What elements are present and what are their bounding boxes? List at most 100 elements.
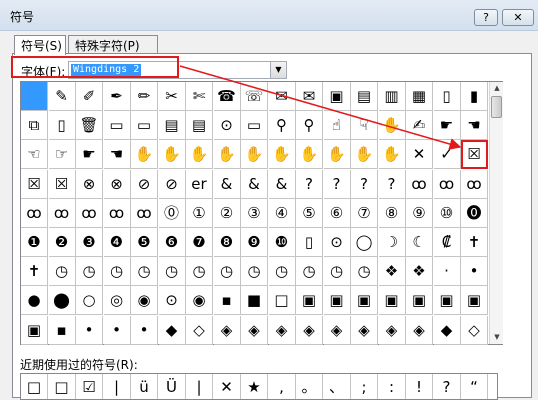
symbol-cell[interactable]: ❖ bbox=[378, 257, 406, 287]
symbol-cell[interactable]: ⑩ bbox=[433, 198, 461, 228]
symbol-cell[interactable]: ❽ bbox=[213, 228, 241, 257]
symbol-cell[interactable]: ❖ bbox=[406, 257, 433, 287]
symbol-cell[interactable]: ✂ bbox=[158, 82, 186, 111]
symbol-cell[interactable]: ✉ bbox=[296, 82, 323, 111]
symbol-cell[interactable]: ✉ bbox=[268, 82, 296, 111]
recent-symbol-cell[interactable]: ? bbox=[434, 374, 461, 399]
symbol-cell[interactable]: ◷ bbox=[131, 257, 158, 287]
symbol-cell[interactable]: ⓪ bbox=[158, 198, 186, 228]
symbol-cell[interactable]: ▤ bbox=[186, 111, 213, 141]
tab-symbols[interactable]: 符号(S) bbox=[14, 35, 66, 55]
symbol-cell[interactable]: ◷ bbox=[323, 257, 351, 287]
symbol-cell[interactable]: ✋ bbox=[323, 140, 351, 170]
symbol-cell[interactable]: ▭ bbox=[241, 111, 268, 141]
symbol-cell[interactable]: ✋ bbox=[131, 140, 158, 170]
symbol-cell[interactable]: ▭ bbox=[131, 111, 158, 141]
symbol-cell[interactable]: • bbox=[103, 315, 131, 345]
symbol-cell[interactable]: ☚ bbox=[461, 111, 488, 141]
symbol-cell[interactable]: ✏ bbox=[131, 82, 158, 111]
symbol-cell[interactable]: ◆ bbox=[158, 315, 186, 345]
symbol-cell[interactable]: ◷ bbox=[213, 257, 241, 287]
symbol-cell[interactable]: ☽ bbox=[378, 228, 406, 257]
symbol-cell[interactable]: er bbox=[186, 169, 213, 199]
symbol-cell[interactable]: ❹ bbox=[103, 228, 131, 257]
symbol-cell[interactable]: ⊘ bbox=[158, 169, 186, 199]
symbol-cell[interactable]: ▪ bbox=[213, 286, 241, 316]
symbol-cell[interactable]: ◷ bbox=[351, 257, 378, 287]
symbol-cell[interactable]: ☜ bbox=[21, 140, 48, 170]
symbol-cell[interactable]: • bbox=[131, 315, 158, 345]
symbol-cell[interactable]: ? bbox=[323, 169, 351, 199]
symbol-cell[interactable]: ○ bbox=[76, 286, 103, 316]
recent-symbol-cell[interactable]: ü bbox=[131, 374, 158, 399]
scroll-up-icon[interactable]: ▲ bbox=[490, 82, 504, 95]
recent-symbol-cell[interactable]: 。 bbox=[296, 374, 323, 399]
symbol-cell[interactable]: ✋ bbox=[378, 111, 406, 141]
symbol-cell[interactable]: ⊙ bbox=[158, 286, 186, 316]
symbol-cell[interactable]: ₡ bbox=[433, 228, 461, 257]
symbol-cell[interactable] bbox=[21, 82, 48, 111]
symbol-cell[interactable]: ☛ bbox=[433, 111, 461, 141]
symbol-cell[interactable]: ꝏ bbox=[21, 198, 48, 228]
symbol-cell[interactable]: ✝ bbox=[461, 228, 488, 257]
symbol-cell[interactable]: ◎ bbox=[103, 286, 131, 316]
symbol-cell[interactable]: ✍ bbox=[406, 111, 433, 141]
recent-symbol-cell[interactable]: , bbox=[269, 374, 296, 399]
symbol-cell[interactable]: & bbox=[241, 169, 268, 199]
symbol-cell[interactable]: • bbox=[76, 315, 103, 345]
symbol-cell[interactable]: ✋ bbox=[158, 140, 186, 170]
symbol-cell[interactable]: ⊗ bbox=[76, 169, 103, 199]
symbol-cell[interactable]: ☾ bbox=[406, 228, 433, 257]
symbol-cell[interactable]: ◇ bbox=[186, 315, 213, 345]
symbol-cell[interactable]: ✐ bbox=[76, 82, 103, 111]
symbol-cell[interactable]: ▣ bbox=[296, 286, 323, 316]
symbol-cell[interactable]: ☛ bbox=[76, 140, 103, 170]
symbol-cell[interactable]: ◈ bbox=[323, 315, 351, 345]
symbol-cell[interactable]: ✋ bbox=[296, 140, 323, 170]
close-button[interactable]: ✕ bbox=[502, 9, 534, 26]
symbol-cell[interactable]: ◈ bbox=[268, 315, 296, 345]
symbol-cell[interactable]: ✋ bbox=[186, 140, 213, 170]
symbol-cell[interactable]: & bbox=[268, 169, 296, 199]
symbol-cell[interactable]: ▣ bbox=[351, 286, 378, 316]
symbol-cell[interactable]: ◈ bbox=[406, 315, 433, 345]
grid-scrollbar[interactable]: ▲ ▼ bbox=[489, 82, 503, 344]
symbol-cell[interactable]: ✋ bbox=[213, 140, 241, 170]
symbol-cell[interactable]: ◈ bbox=[378, 315, 406, 345]
symbol-cell[interactable]: ▥ bbox=[378, 82, 406, 111]
symbol-cell[interactable]: ❻ bbox=[158, 228, 186, 257]
symbol-cell[interactable]: ◷ bbox=[103, 257, 131, 287]
help-button[interactable]: ? bbox=[474, 9, 498, 26]
symbol-cell[interactable]: ❺ bbox=[131, 228, 158, 257]
symbol-cell[interactable]: ✋ bbox=[351, 140, 378, 170]
tab-special-characters[interactable]: 特殊字符(P) bbox=[68, 35, 158, 54]
symbol-cell[interactable]: ◷ bbox=[241, 257, 268, 287]
symbol-cell[interactable]: ⚲ bbox=[268, 111, 296, 141]
symbol-cell[interactable]: ꝏ bbox=[48, 198, 76, 228]
symbol-cell[interactable]: ꝏ bbox=[461, 169, 488, 199]
symbol-cell[interactable]: ☝ bbox=[323, 111, 351, 141]
symbol-cell[interactable]: ✒ bbox=[103, 82, 131, 111]
symbol-cell[interactable]: ❶ bbox=[21, 228, 48, 257]
symbol-cell[interactable]: ✋ bbox=[378, 140, 406, 170]
symbol-cell[interactable]: ꝏ bbox=[76, 198, 103, 228]
symbol-cell[interactable]: ⚲ bbox=[296, 111, 323, 141]
symbol-cell[interactable]: ⓿ bbox=[461, 198, 488, 228]
symbol-cell[interactable]: ◆ bbox=[433, 315, 461, 345]
symbol-cell[interactable]: ☒ bbox=[48, 169, 76, 199]
symbol-cell[interactable]: ◈ bbox=[296, 315, 323, 345]
symbol-cell[interactable]: ▮ bbox=[461, 82, 488, 111]
recent-symbol-cell[interactable]: | bbox=[186, 374, 213, 399]
recent-symbol-cell[interactable]: ✕ bbox=[214, 374, 241, 399]
symbol-cell[interactable]: ▪ bbox=[48, 315, 76, 345]
symbol-cell[interactable]: ▯ bbox=[296, 228, 323, 257]
symbol-cell[interactable]: ⊘ bbox=[131, 169, 158, 199]
symbol-cell[interactable]: ▣ bbox=[378, 286, 406, 316]
symbol-cell[interactable]: ◷ bbox=[158, 257, 186, 287]
symbol-cell[interactable]: • bbox=[461, 257, 488, 287]
symbol-cell[interactable]: ꝏ bbox=[433, 169, 461, 199]
symbol-cell[interactable]: ⊙ bbox=[323, 228, 351, 257]
symbol-cell[interactable]: ꝏ bbox=[131, 198, 158, 228]
symbol-cell[interactable]: ? bbox=[378, 169, 406, 199]
symbol-cell[interactable]: ☒ bbox=[21, 169, 48, 199]
